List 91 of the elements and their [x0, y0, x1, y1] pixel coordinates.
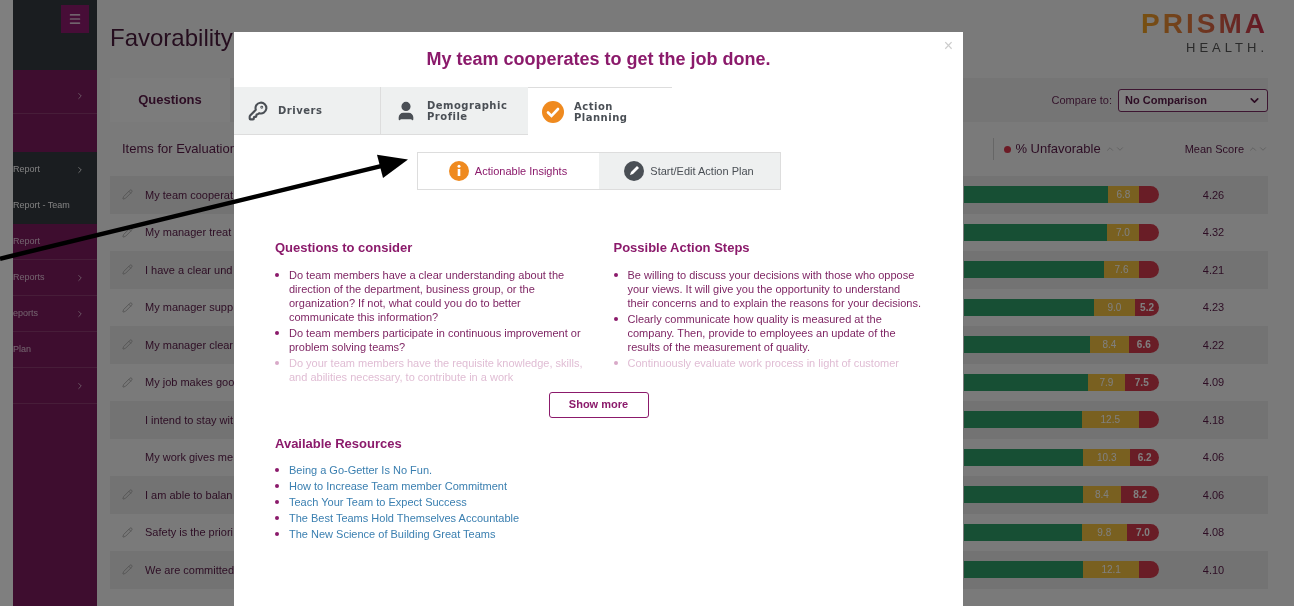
mean-score: 4.08 [1201, 525, 1226, 540]
menu-button[interactable] [61, 5, 89, 33]
unfavorable-segment: 7.0 [1126, 523, 1159, 541]
neutral-segment: 8.4 [1090, 336, 1129, 354]
resource-link[interactable]: The Best Teams Hold Themselves Accountable [289, 511, 520, 525]
mean-score: 4.21 [1201, 262, 1226, 278]
section-heading: Possible Action Steps [613, 239, 751, 257]
modal-tab[interactable]: Demographic Profile [381, 87, 528, 135]
neutral-segment: 7.6 [1104, 261, 1139, 279]
bullet-icon [275, 500, 279, 504]
column-header: Mean Score [1184, 141, 1244, 157]
resource-link[interactable]: Being a Go-Getter Is No Fun. [289, 463, 433, 477]
unfavorable-segment [1139, 261, 1159, 279]
show-more-button[interactable]: Show more [548, 391, 649, 418]
unfavorable-segment [1139, 411, 1159, 429]
modal-title: My team cooperates to get the job done. [426, 48, 771, 71]
list-text: Be willing to discuss your decisions with those who oppose your views. It will give you the opportunity to understand their concerns and to explain the reasons for your decisions. [627, 267, 922, 310]
list-text: Do your team members have the requisite knowledge, skills, and abilities necessary, to contribute in a work [289, 355, 584, 384]
row-text: My manager clear [145, 337, 234, 353]
pencil-icon [624, 161, 645, 181]
key-icon [248, 100, 268, 121]
bullet-icon [613, 316, 618, 321]
bullet-icon [275, 272, 279, 277]
check-icon [542, 100, 564, 123]
neutral-segment: 7.9 [1088, 373, 1125, 391]
logo-subtitle: HEALTH. [1186, 40, 1268, 55]
list-text: Continuously evaluate work process in light of customer [627, 355, 899, 370]
mean-score: 4.22 [1201, 337, 1226, 353]
row-text: I have a clear und [145, 262, 233, 278]
pencil-icon[interactable] [122, 226, 133, 238]
sidebar-item[interactable]: Report [13, 152, 97, 188]
mean-score: 4.06 [1201, 487, 1226, 503]
resource-link[interactable]: Teach Your Team to Expect Success [289, 495, 467, 509]
row-text: I intend to stay wit [145, 412, 234, 428]
section-heading: Questions to consider [275, 239, 414, 257]
neutral-segment: 12.5 [1081, 411, 1139, 429]
compare-label: Compare to: [1051, 92, 1112, 108]
bullet-icon [275, 360, 279, 365]
unfavorable-segment [1139, 223, 1159, 241]
row-text: I am able to balan [145, 487, 233, 503]
row-text: My manager treat [145, 225, 232, 240]
bullet-icon [275, 330, 279, 335]
info-icon [448, 161, 469, 181]
row-text: Safety is the priori [145, 525, 234, 540]
row-text: My job makes goo [145, 375, 235, 390]
bullet-icon [275, 532, 279, 536]
resource-link[interactable]: How to Increase Team member Commitment [289, 479, 508, 493]
neutral-segment: 9.8 [1081, 523, 1127, 541]
bullet-icon [613, 272, 618, 277]
neutral-segment: 12.1 [1083, 561, 1139, 579]
bullet-icon [613, 360, 618, 365]
sidebar-item[interactable]: Report - Team [13, 188, 97, 224]
list-text: Do team members participate in continuous improvement or problem solving teams? [289, 325, 582, 354]
bullet-icon [275, 468, 279, 472]
subtab[interactable]: Start/Edit Action Plan [598, 153, 780, 189]
row-text: We are committed [145, 562, 235, 578]
bullet-icon [275, 484, 279, 488]
page-title: Favorability [110, 23, 233, 53]
list-text: Do team members have a clear understanding about the direction of the department, business group, or the organization? If not, what could you do to better communicate this information? [289, 267, 566, 324]
unfavorable-segment [1139, 561, 1159, 579]
row-text: My manager supp [145, 300, 234, 315]
compare-select[interactable]: No Comparison [1118, 88, 1268, 112]
row-text: My work gives me [145, 450, 234, 465]
mean-score: 4.26 [1201, 187, 1226, 203]
mean-score: 4.09 [1201, 375, 1226, 390]
questions-tab[interactable]: Questions [110, 78, 230, 122]
neutral-segment: 7.0 [1106, 223, 1139, 241]
unfavorable-segment: 6.2 [1130, 448, 1159, 466]
mean-score: 4.18 [1201, 412, 1226, 428]
menu-icon [68, 12, 82, 26]
mean-score: 4.06 [1201, 450, 1226, 465]
neutral-segment: 6.8 [1107, 186, 1139, 204]
unfavorable-segment: 5.2 [1135, 298, 1159, 316]
neutral-segment: 8.4 [1082, 486, 1122, 504]
resource-link[interactable]: The New Science of Building Great Teams [289, 527, 496, 541]
mean-score: 4.10 [1201, 562, 1226, 578]
unfavorable-segment: 7.5 [1124, 373, 1159, 391]
bullet-icon [275, 516, 279, 520]
unfavorable-segment: 6.6 [1128, 336, 1159, 354]
list-text: Clearly communicate how quality is measured at the company. Then, provide to employees an update of the results of the measurement of quality. [627, 311, 897, 354]
modal-tab[interactable]: Drivers [234, 87, 381, 135]
mean-score: 4.23 [1201, 300, 1226, 315]
unfavorable-segment [1139, 186, 1159, 204]
row-text: My team cooperat [145, 187, 234, 203]
unfavorable-segment: 8.2 [1121, 486, 1159, 504]
neutral-segment: 9.0 [1093, 298, 1136, 316]
column-header: Items for Evaluation [122, 140, 237, 159]
section-heading: Available Resources [275, 434, 403, 453]
mean-score: 4.32 [1201, 225, 1226, 240]
column-header: % Unfavorable [1015, 140, 1101, 159]
neutral-segment: 10.3 [1083, 448, 1131, 466]
